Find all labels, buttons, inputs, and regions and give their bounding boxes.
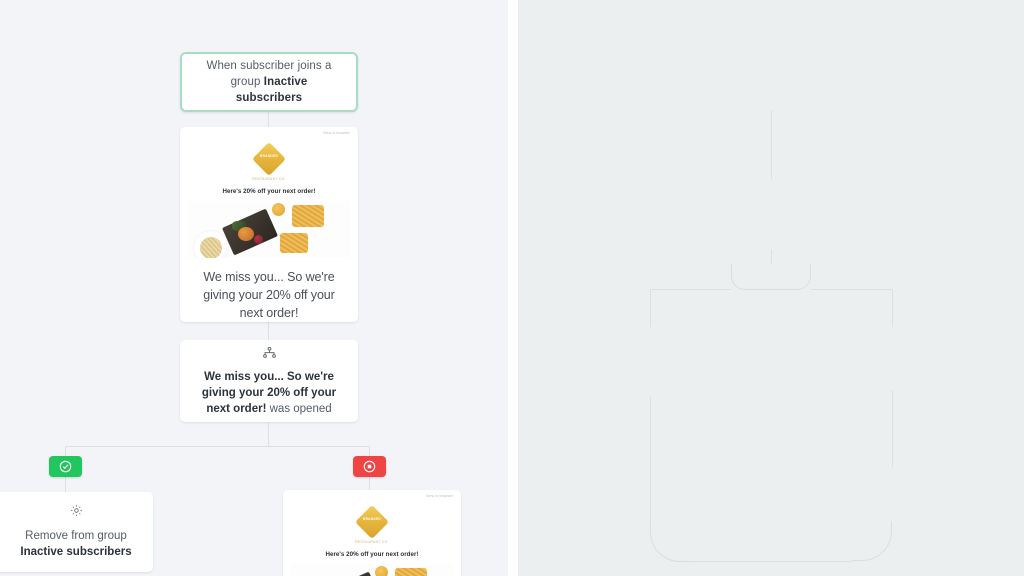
condition-node[interactable]: We miss you... So we're giving your 20% …	[180, 340, 358, 422]
email-headline-secondary: Here's 20% off your next order!	[325, 551, 419, 559]
action-node-label: Remove from group Inactive subscribers	[20, 528, 131, 560]
logo-diamond-shape	[252, 142, 286, 177]
logo-subtitle-secondary: RESTAURANT CO.	[355, 540, 389, 545]
brand-logo: BRANDED	[252, 142, 286, 177]
connector-no-horizontal	[811, 289, 892, 290]
email-preview-topbar: View in browser	[180, 127, 358, 139]
left-flow-panel: When subscriber joins a group Inactive s…	[0, 0, 508, 576]
connector-yes-to-action	[65, 477, 66, 492]
connector-loop-bottom-left	[650, 522, 690, 562]
branch-yes-badge[interactable]	[49, 456, 82, 477]
right-flow-panel: 20-Minute Dinner Free Ebook Has Complete…	[518, 0, 1024, 576]
connector-no-to-email	[369, 477, 370, 490]
check-circle-icon	[59, 460, 72, 473]
email-preview-node-secondary[interactable]: View in browser BRANDED RESTAURANT CO. H…	[283, 490, 461, 576]
connector-mail2-to-mail3	[892, 390, 893, 468]
trigger-label-mid: group	[230, 76, 264, 88]
condition-suffix: was opened	[266, 403, 332, 415]
email-headline: Here's 20% off your next order!	[222, 188, 316, 196]
logo-subtitle: RESTAURANT CO.	[252, 177, 286, 182]
connector-loop-bottom-right	[852, 521, 892, 561]
email-food-photo-secondary	[291, 564, 453, 576]
email-body-text: We miss you... So we're giving your 20% …	[203, 270, 335, 320]
trigger-node-label: When subscriber joins a group Inactive s…	[182, 58, 356, 106]
connector-trigger-to-email	[268, 112, 269, 127]
connector-email-to-condition	[268, 322, 269, 340]
logo-diamond-shape-secondary	[355, 505, 389, 540]
branch-icon	[262, 345, 276, 363]
trigger-label-lead: When subscriber joins a	[206, 60, 332, 72]
view-in-browser-link[interactable]: View in browser	[323, 131, 350, 135]
connector-yes-horizontal	[650, 289, 731, 290]
branch-no-badge[interactable]	[353, 456, 386, 477]
logo-label-secondary: BRANDED	[362, 517, 382, 522]
connector-yes-to-mail1	[650, 289, 651, 327]
connector-curve-yes	[731, 264, 771, 290]
email-food-photo	[188, 201, 350, 258]
view-in-browser-link-secondary[interactable]: View in browser	[426, 494, 453, 498]
logo-label: BRANDED	[259, 154, 279, 159]
connector-condition-down	[268, 422, 269, 446]
connector-tag-down	[771, 250, 772, 264]
connector-yes-down	[65, 446, 66, 456]
connector-mail1-down	[650, 397, 651, 522]
connector-split-horizontal	[65, 446, 370, 447]
panel-divider	[508, 0, 518, 576]
condition-node-label: We miss you... So we're giving your 20% …	[194, 369, 344, 417]
stop-circle-icon	[363, 460, 376, 473]
automation-flow-screenshot: When subscriber joins a group Inactive s…	[0, 0, 1024, 576]
connector-loop-bottom	[690, 561, 852, 562]
action-label-group: Inactive subscribers	[20, 546, 132, 558]
action-label-lead: Remove from group	[25, 530, 127, 542]
action-node-remove-from-group[interactable]: Remove from group Inactive subscribers	[0, 492, 153, 572]
connector-landing-to-tag	[771, 110, 772, 180]
brand-logo-secondary: BRANDED	[355, 505, 389, 540]
trigger-node[interactable]: When subscriber joins a group Inactive s…	[180, 52, 358, 112]
gear-icon	[70, 504, 83, 522]
connector-no-down	[369, 446, 370, 456]
connector-no-to-mail2	[892, 289, 893, 327]
connector-curve-no	[771, 264, 811, 290]
email-preview-topbar-secondary: View in browser	[283, 490, 461, 502]
email-preview-node[interactable]: View in browser BRANDED RESTAURANT CO. H…	[180, 127, 358, 322]
